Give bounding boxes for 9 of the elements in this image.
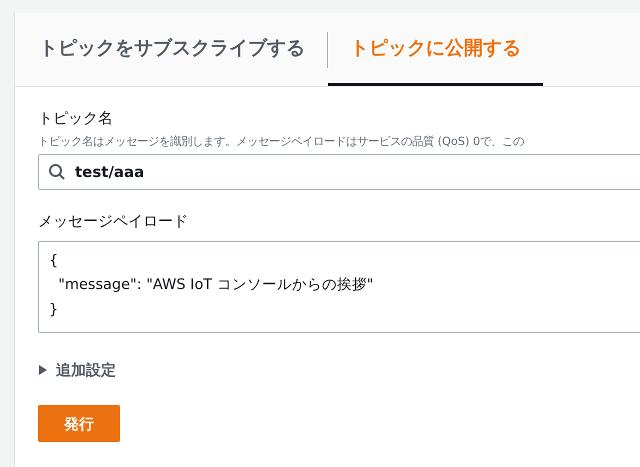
field-description: トピック名はメッセージを識別します。メッセージペイロードはサービスの品質 (QoS) 0で、この: [38, 134, 526, 150]
caret-right-icon: [38, 364, 48, 376]
additional-settings-toggle[interactable]: 追加設定: [38, 358, 116, 382]
field-label: トピック名: [38, 108, 114, 129]
field-label: メッセージペイロード: [38, 211, 189, 232]
search-icon: [48, 163, 66, 182]
payload-textarea[interactable]: { "message": "AWS IoT コンソールからの挨拶" }: [38, 240, 640, 333]
topic-input-field[interactable]: test/aaa: [38, 154, 640, 190]
tab[interactable]: トピックをサブスクライブする: [39, 13, 327, 86]
